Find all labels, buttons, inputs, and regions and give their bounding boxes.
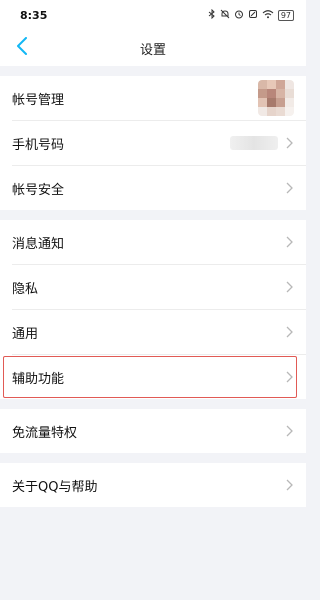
silent-icon (248, 9, 258, 22)
settings-row-phone-number[interactable]: 手机号码 (0, 121, 306, 165)
row-label: 辅助功能 (12, 371, 65, 387)
row-label: 关于QQ与帮助 (12, 479, 98, 495)
row-label: 帐号安全 (12, 182, 65, 198)
blurred-phone-value (230, 136, 278, 150)
chevron-right-icon (284, 137, 294, 149)
status-bar: 8:35 97 (0, 0, 306, 30)
row-label: 隐私 (12, 281, 39, 297)
battery-indicator: 97 (277, 9, 294, 21)
page-title: 设置 (139, 42, 166, 58)
avatar (258, 80, 294, 116)
alarm-icon (234, 9, 244, 22)
chevron-right-icon (284, 236, 294, 248)
status-icons: 97 (208, 8, 294, 22)
chevron-right-icon (284, 479, 294, 491)
status-time: 8:35 (20, 8, 48, 22)
row-label: 通用 (12, 326, 39, 342)
settings-row-general[interactable]: 通用 (0, 310, 306, 354)
settings-row-notifications[interactable]: 消息通知 (0, 220, 306, 264)
wifi-icon (262, 9, 274, 22)
settings-row-privacy[interactable]: 隐私 (0, 265, 306, 309)
row-label: 消息通知 (12, 236, 65, 252)
chevron-right-icon (284, 281, 294, 293)
settings-row-about-help[interactable]: 关于QQ与帮助 (0, 463, 306, 507)
back-button[interactable] (10, 36, 34, 60)
account-group: 帐号管理 手机号码 帐号安全 (0, 76, 306, 210)
row-label: 手机号码 (12, 137, 65, 153)
chevron-right-icon (284, 182, 294, 194)
chevron-right-icon (284, 425, 294, 437)
settings-row-account-security[interactable]: 帐号安全 (0, 166, 306, 210)
chevron-right-icon (284, 371, 294, 383)
general-group: 消息通知 隐私 通用 辅助功能 (0, 220, 306, 399)
mute-icon (220, 9, 230, 22)
chevron-right-icon (284, 326, 294, 338)
bluetooth-icon (208, 8, 216, 22)
settings-row-free-data[interactable]: 免流量特权 (0, 409, 306, 453)
row-label: 帐号管理 (12, 92, 65, 108)
traffic-group: 免流量特权 (0, 409, 306, 453)
settings-row-accessibility[interactable]: 辅助功能 (0, 355, 306, 399)
row-label: 免流量特权 (12, 425, 78, 441)
settings-row-account-management[interactable]: 帐号管理 (0, 76, 306, 120)
about-group: 关于QQ与帮助 (0, 463, 306, 507)
chevron-left-icon (16, 37, 28, 59)
nav-bar: 设置 (0, 30, 306, 66)
